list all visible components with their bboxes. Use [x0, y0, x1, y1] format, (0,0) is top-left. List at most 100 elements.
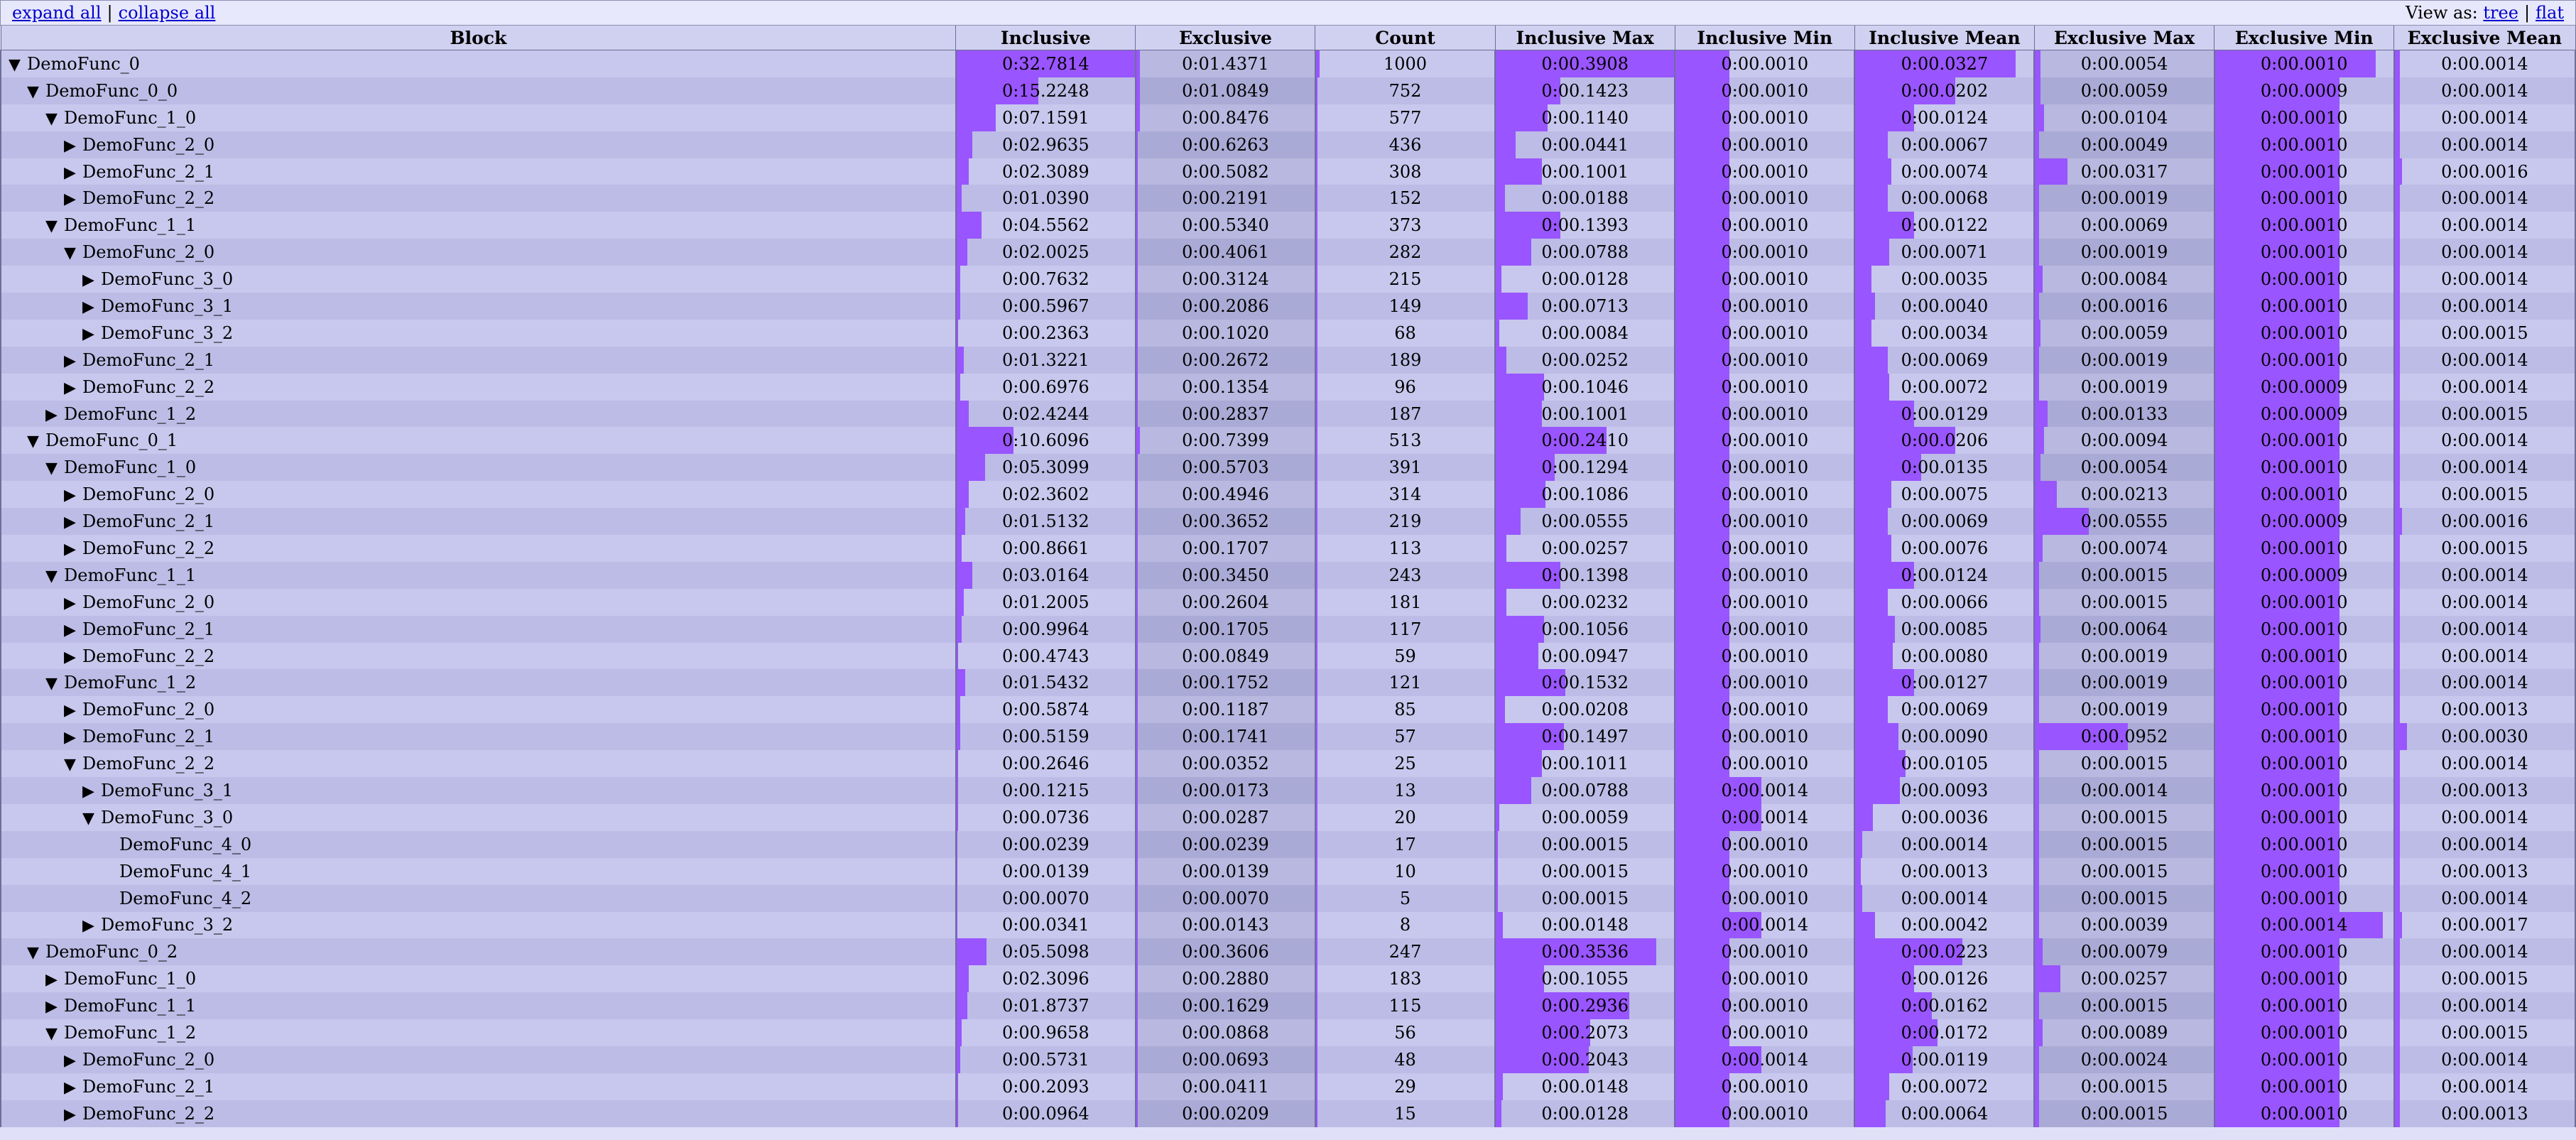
table-row[interactable]: ▼ DemoFunc_2_2 0:00.2646 0:00.0352 25 0:00.10…	[0, 750, 2576, 778]
expand-triangle-icon[interactable]: ▶	[64, 379, 82, 397]
exclusive-min-value: 0:00.0014	[2260, 915, 2348, 935]
count-value: 513	[1388, 430, 1422, 451]
col-header-exclusive-max[interactable]: Exclusive Max	[2033, 26, 2215, 50]
table-row[interactable]: ▶ DemoFunc_2_1 0:02.3089 0:00.5082 308 0:00.1…	[0, 158, 2576, 185]
table-row[interactable]: ▶ DemoFunc_3_2 0:00.0341 0:00.0143 8 0:00.014…	[0, 911, 2576, 939]
table-row[interactable]: ▼ DemoFunc_1_2 0:00.9658 0:00.0868 56 0:00.20…	[0, 1019, 2576, 1046]
col-header-exclusive-mean[interactable]: Exclusive Mean	[2393, 26, 2576, 50]
table-row[interactable]: ▶ DemoFunc_2_2 0:00.6976 0:00.1354 96 0:00.10…	[0, 373, 2576, 401]
collapse-triangle-icon[interactable]: ▼	[27, 944, 45, 962]
inclusive-min-cell: 0:00.0010	[1674, 185, 1856, 212]
expand-triangle-icon[interactable]: ▶	[64, 1079, 82, 1097]
col-header-inclusive-mean[interactable]: Inclusive Mean	[1854, 26, 2035, 50]
expand-triangle-icon[interactable]: ▶	[64, 648, 82, 666]
table-row[interactable]: DemoFunc_4_1 0:00.0139 0:00.0139 10 0:00.001…	[0, 857, 2576, 885]
inclusive-min-value: 0:00.0010	[1721, 457, 1809, 478]
col-header-inclusive[interactable]: Inclusive	[955, 26, 1136, 50]
col-header-inclusive-max[interactable]: Inclusive Max	[1494, 26, 1675, 50]
table-row[interactable]: ▶ DemoFunc_2_0 0:00.5731 0:00.0693 48 0:00.20…	[0, 1046, 2576, 1073]
table-row[interactable]: ▶ DemoFunc_2_0 0:02.9635 0:00.6263 436 0:00.0…	[0, 131, 2576, 158]
expand-triangle-icon[interactable]: ▶	[82, 298, 101, 316]
table-row[interactable]: ▶ DemoFunc_3_2 0:00.2363 0:00.1020 68 0:00.00…	[0, 319, 2576, 347]
table-row[interactable]: ▼ DemoFunc_0_0 0:15.2248 0:01.0849 752 0:00.1…	[0, 77, 2576, 104]
table-row[interactable]: ▶ DemoFunc_1_2 0:02.4244 0:00.2837 187 0:00.1…	[0, 400, 2576, 428]
table-row[interactable]: ▼ DemoFunc_1_2 0:01.5432 0:00.1752 121 0:00.1…	[0, 669, 2576, 697]
inclusive-mean-bar	[1856, 266, 1871, 293]
expand-triangle-icon[interactable]: ▶	[64, 137, 82, 155]
expand-triangle-icon[interactable]: ▶	[64, 352, 82, 370]
table-row[interactable]: ▶ DemoFunc_2_0 0:01.2005 0:00.2604 181 0:00.0…	[0, 588, 2576, 616]
table-row[interactable]: DemoFunc_4_0 0:00.0239 0:00.0239 17 0:00.001…	[0, 830, 2576, 858]
table-row[interactable]: DemoFunc_4_2 0:00.0070 0:00.0070 5 0:00.0015…	[0, 884, 2576, 912]
collapse-triangle-icon[interactable]: ▼	[45, 1025, 64, 1043]
table-row[interactable]: ▶ DemoFunc_3_1 0:00.5967 0:00.2086 149 0:00.0…	[0, 293, 2576, 320]
table-row[interactable]: ▶ DemoFunc_3_1 0:00.1215 0:00.0173 13 0:00.07…	[0, 777, 2576, 804]
view-flat-link[interactable]: flat	[2536, 3, 2564, 23]
expand-triangle-icon[interactable]: ▶	[64, 190, 82, 208]
collapse-triangle-icon[interactable]: ▼	[64, 756, 82, 773]
table-row[interactable]: ▶ DemoFunc_2_1 0:00.5159 0:00.1741 57 0:00.14…	[0, 723, 2576, 751]
col-header-exclusive[interactable]: Exclusive	[1135, 26, 1316, 50]
table-row[interactable]: ▶ DemoFunc_2_2 0:00.0964 0:00.0209 15 0:00.01…	[0, 1100, 2576, 1127]
table-row[interactable]: ▶ DemoFunc_2_0 0:00.5874 0:00.1187 85 0:00.02…	[0, 696, 2576, 724]
expand-triangle-icon[interactable]: ▶	[82, 783, 101, 800]
expand-triangle-icon[interactable]: ▶	[64, 514, 82, 531]
table-row[interactable]: ▶ DemoFunc_2_1 0:00.9964 0:00.1705 117 0:00.1…	[0, 615, 2576, 643]
collapse-triangle-icon[interactable]: ▼	[45, 460, 64, 477]
table-row[interactable]: ▶ DemoFunc_3_0 0:00.7632 0:00.3124 215 0:00.0…	[0, 266, 2576, 293]
table-row[interactable]: ▶ DemoFunc_1_0 0:02.3096 0:00.2880 183 0:00.1…	[0, 965, 2576, 993]
table-row[interactable]: ▶ DemoFunc_2_1 0:01.5132 0:00.3652 219 0:00.0…	[0, 508, 2576, 536]
collapse-triangle-icon[interactable]: ▼	[64, 244, 82, 262]
table-row[interactable]: ▶ DemoFunc_2_2 0:00.4743 0:00.0849 59 0:00.09…	[0, 642, 2576, 670]
col-header-inclusive-min[interactable]: Inclusive Min	[1674, 26, 1855, 50]
inclusive-bar	[957, 992, 967, 1020]
expand-triangle-icon[interactable]: ▶	[64, 1052, 82, 1070]
exclusive-min-value: 0:00.0010	[2260, 295, 2348, 316]
expand-triangle-icon[interactable]: ▶	[64, 702, 82, 720]
expand-all-link[interactable]: expand all	[12, 3, 102, 23]
collapse-triangle-icon[interactable]: ▼	[45, 217, 64, 235]
table-row[interactable]: ▶ DemoFunc_2_1 0:01.3221 0:00.2672 189 0:00.0…	[0, 346, 2576, 374]
expand-triangle-icon[interactable]: ▶	[45, 971, 64, 989]
expand-triangle-icon[interactable]: ▶	[64, 621, 82, 639]
expand-triangle-icon[interactable]: ▶	[64, 164, 82, 182]
expand-triangle-icon[interactable]: ▶	[64, 487, 82, 504]
collapse-triangle-icon[interactable]: ▼	[27, 433, 45, 450]
col-header-count[interactable]: Count	[1315, 26, 1496, 50]
collapse-triangle-icon[interactable]: ▼	[27, 83, 45, 101]
col-header-block[interactable]: Block	[0, 26, 957, 50]
table-row[interactable]: ▼ DemoFunc_2_0 0:02.0025 0:00.4061 282 0:00.0…	[0, 239, 2576, 266]
col-header-exclusive-min[interactable]: Exclusive Min	[2214, 26, 2395, 50]
collapse-all-link[interactable]: collapse all	[119, 3, 216, 23]
table-row[interactable]: ▶ DemoFunc_2_2 0:01.0390 0:00.2191 152 0:00.0…	[0, 185, 2576, 212]
table-row[interactable]: ▼ DemoFunc_1_1 0:04.5562 0:00.5340 373 0:00.1…	[0, 212, 2576, 239]
table-row[interactable]: ▼ DemoFunc_0_2 0:05.5098 0:00.3606 247 0:00.3…	[0, 938, 2576, 966]
table-row[interactable]: ▶ DemoFunc_2_0 0:02.3602 0:00.4946 314 0:00.1…	[0, 481, 2576, 509]
expand-triangle-icon[interactable]: ▶	[82, 271, 101, 289]
collapse-triangle-icon[interactable]: ▼	[45, 110, 64, 128]
expand-triangle-icon[interactable]: ▶	[82, 917, 101, 935]
table-row[interactable]: ▶ DemoFunc_2_1 0:00.2093 0:00.0411 29 0:00.01…	[0, 1073, 2576, 1100]
table-row[interactable]: ▶ DemoFunc_2_2 0:00.8661 0:00.1707 113 0:00.0…	[0, 535, 2576, 562]
table-row[interactable]: ▶ DemoFunc_1_1 0:01.8737 0:00.1629 115 0:00.2…	[0, 992, 2576, 1020]
collapse-triangle-icon[interactable]: ▼	[9, 56, 27, 74]
block-name: DemoFunc_0_2	[45, 942, 178, 962]
table-row[interactable]: ▼ DemoFunc_1_0 0:05.3099 0:00.5703 391 0:00.1…	[0, 454, 2576, 482]
expand-triangle-icon[interactable]: ▶	[82, 325, 101, 343]
expand-triangle-icon[interactable]: ▶	[45, 998, 64, 1016]
table-row[interactable]: ▼ DemoFunc_1_1 0:03.0164 0:00.3450 243 0:00.1…	[0, 561, 2576, 589]
view-tree-link[interactable]: tree	[2483, 3, 2518, 23]
collapse-triangle-icon[interactable]: ▼	[45, 568, 64, 585]
table-row[interactable]: ▼ DemoFunc_1_0 0:07.1591 0:00.8476 577 0:00.1…	[0, 104, 2576, 131]
table-row[interactable]: ▼ DemoFunc_0_1 0:10.6096 0:00.7399 513 0:00.2…	[0, 427, 2576, 455]
table-row[interactable]: ▼ DemoFunc_3_0 0:00.0736 0:00.0287 20 0:00.00…	[0, 803, 2576, 831]
expand-triangle-icon[interactable]: ▶	[64, 541, 82, 558]
table-row[interactable]: ▼ DemoFunc_0 0:32.7814 0:01.4371 1000 0:00.39…	[0, 50, 2576, 77]
collapse-triangle-icon[interactable]: ▼	[45, 675, 64, 693]
expand-triangle-icon[interactable]: ▶	[64, 595, 82, 612]
exclusive-max-bar	[2036, 588, 2039, 616]
expand-triangle-icon[interactable]: ▶	[64, 729, 82, 747]
expand-triangle-icon[interactable]: ▶	[64, 1106, 82, 1124]
collapse-triangle-icon[interactable]: ▼	[82, 810, 101, 827]
expand-triangle-icon[interactable]: ▶	[45, 406, 64, 424]
